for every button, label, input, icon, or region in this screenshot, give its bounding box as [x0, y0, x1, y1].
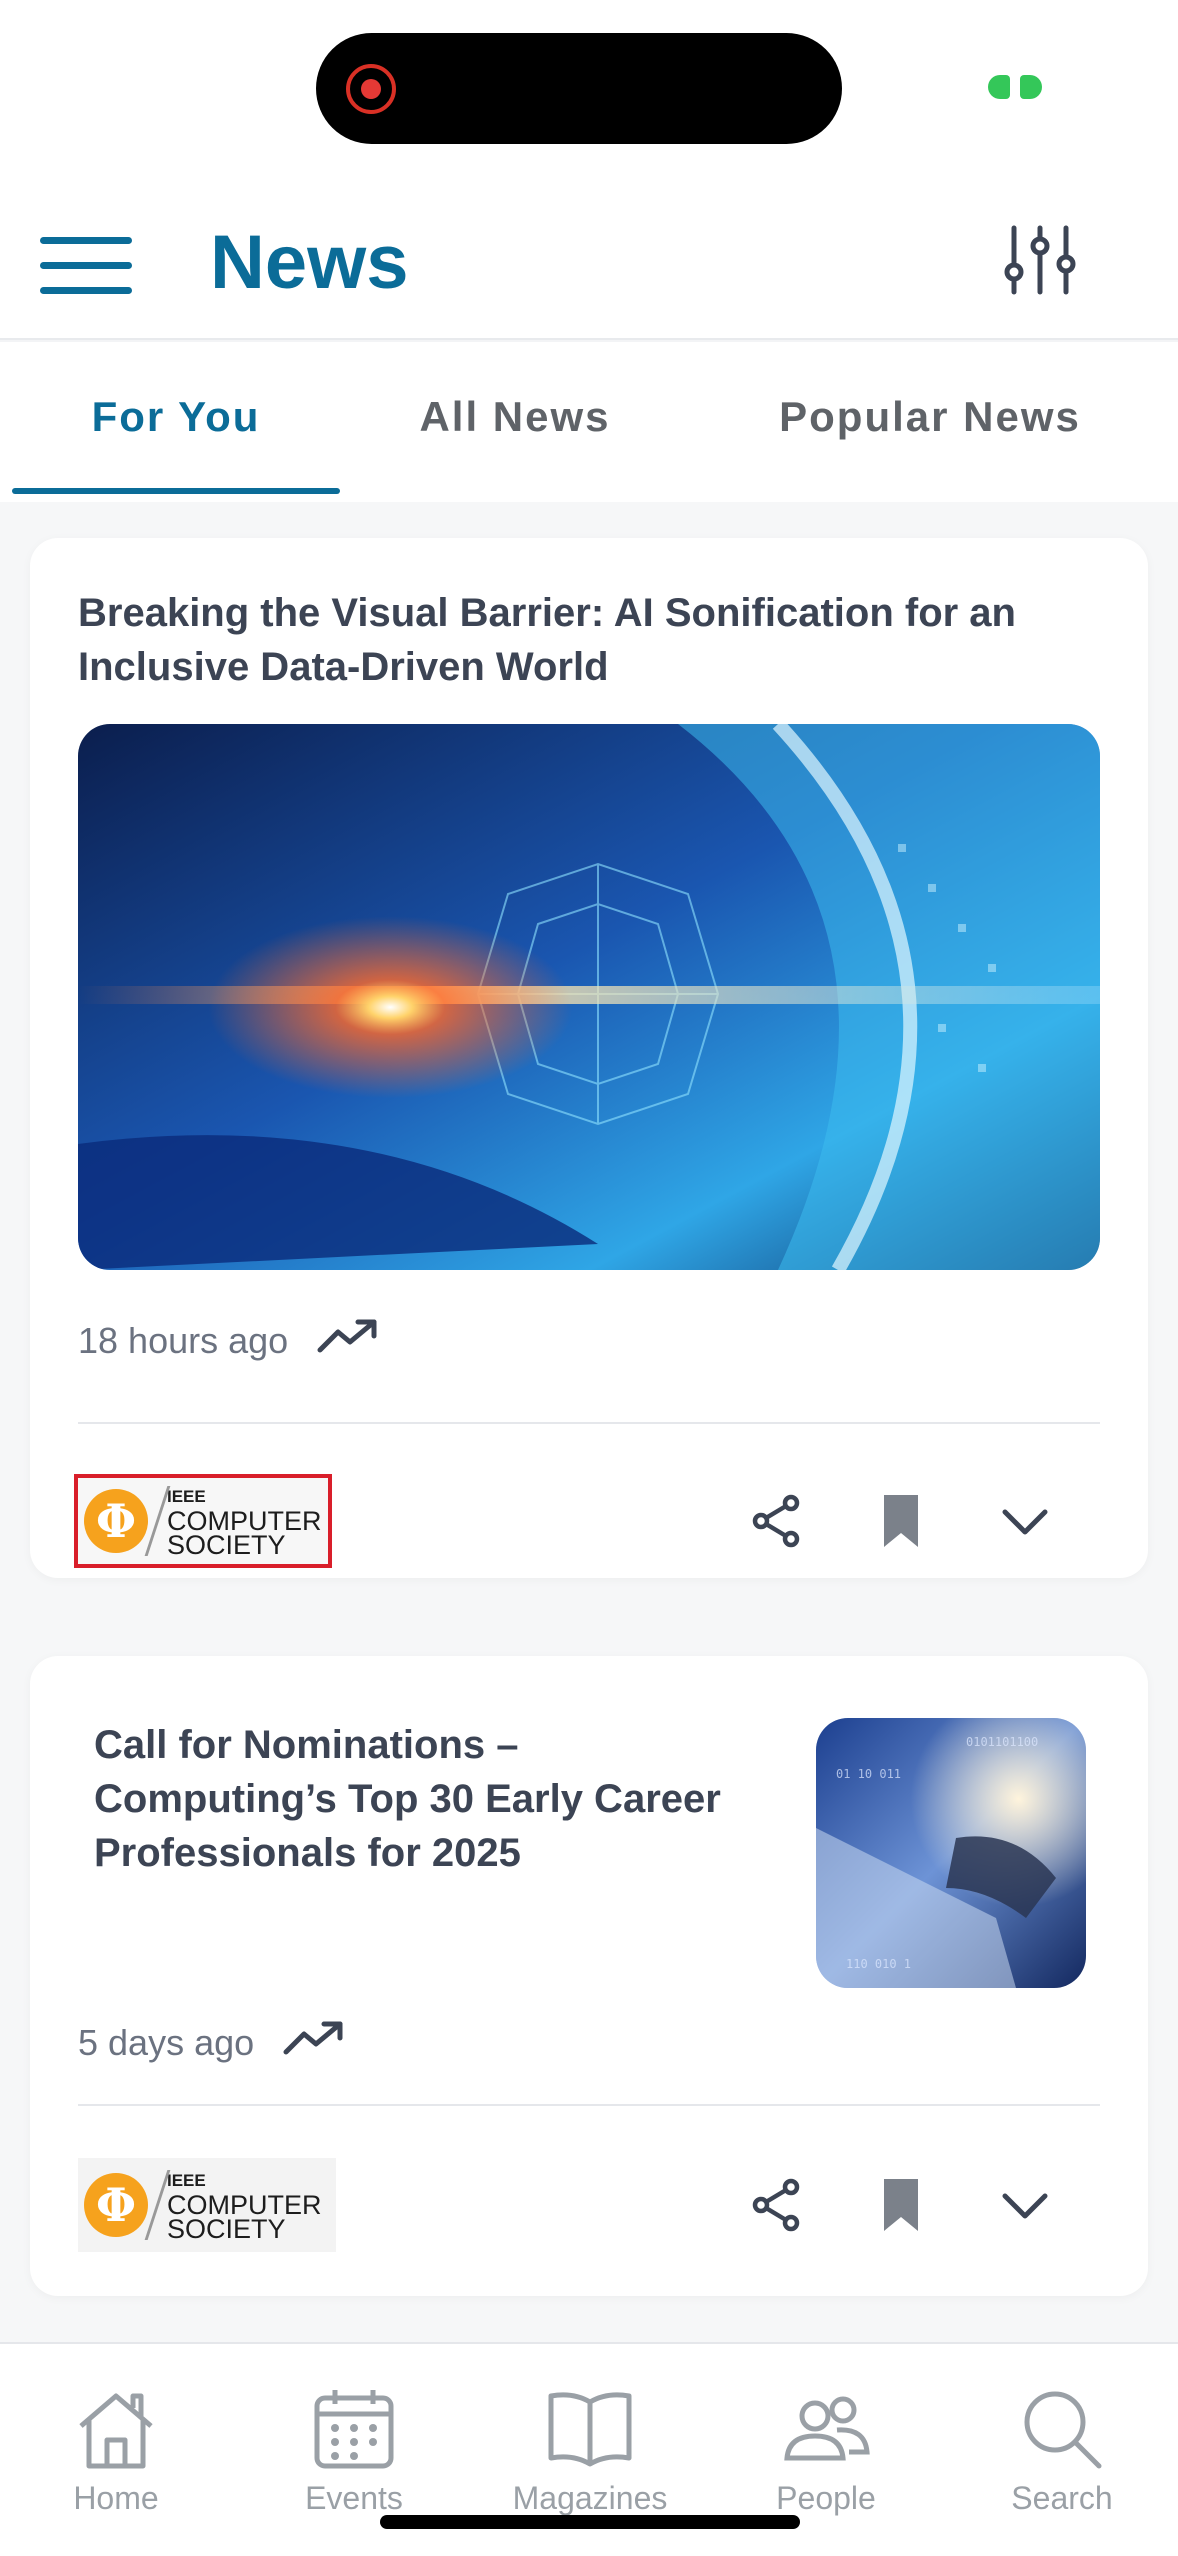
svg-text:0101101100: 0101101100	[966, 1735, 1038, 1749]
source-logo[interactable]: Φ IEEE COMPUTER SOCIETY	[74, 1474, 332, 1568]
ieee-cs-logo-icon: Φ	[84, 1489, 148, 1553]
nav-label: Magazines	[512, 2480, 668, 2516]
svg-text:110 010 1: 110 010 1	[846, 1957, 911, 1971]
status-bar	[0, 0, 1178, 180]
article-meta: 5 days ago	[78, 2018, 346, 2067]
card-divider	[78, 2104, 1100, 2106]
people-icon	[781, 2384, 871, 2474]
dynamic-island	[316, 33, 842, 144]
nav-label: Home	[73, 2480, 159, 2516]
article-card[interactable]: Breaking the Visual Barrier: AI Sonifica…	[30, 538, 1148, 1578]
screen: News For You All News Popular News Break…	[0, 0, 1178, 2556]
share-icon[interactable]	[742, 1486, 812, 1556]
article-title[interactable]: Breaking the Visual Barrier: AI Sonifica…	[78, 586, 1118, 694]
page-title: News	[210, 220, 409, 305]
tab-bar: For You All News Popular News	[0, 342, 1178, 502]
chevron-down-icon[interactable]	[990, 2170, 1060, 2240]
article-thumbnail[interactable]: 0101101100 01 10 011 110 010 1	[816, 1718, 1086, 1988]
home-icon	[71, 2384, 161, 2474]
chevron-down-icon[interactable]	[990, 1486, 1060, 1556]
recording-indicator-icon	[346, 64, 396, 114]
tab-all-news[interactable]: All News	[360, 342, 670, 492]
article-image[interactable]	[78, 724, 1100, 1270]
nav-events[interactable]: Events	[254, 2384, 454, 2534]
app-header: News	[0, 180, 1178, 340]
home-indicator[interactable]	[380, 2515, 800, 2529]
bookmark-icon[interactable]	[866, 2170, 936, 2240]
nav-magazines[interactable]: Magazines	[490, 2384, 690, 2534]
nav-label: Search	[1011, 2480, 1113, 2516]
card-divider	[78, 1422, 1100, 1424]
active-tab-indicator	[12, 488, 340, 494]
camera-active-icon	[985, 75, 1045, 99]
logo-text: IEEE COMPUTER SOCIETY	[167, 1487, 322, 1560]
source-logo[interactable]: Φ IEEE COMPUTER SOCIETY	[78, 2158, 336, 2252]
bookmark-icon[interactable]	[866, 1486, 936, 1556]
logo-text: IEEE COMPUTER SOCIETY	[167, 2171, 322, 2244]
news-feed[interactable]: Breaking the Visual Barrier: AI Sonifica…	[0, 502, 1178, 2342]
search-icon	[1017, 2384, 1107, 2474]
article-time: 18 hours ago	[78, 1319, 289, 1361]
nav-label: People	[776, 2480, 876, 2516]
nav-label: Events	[305, 2480, 403, 2516]
filter-sliders-icon[interactable]	[1000, 220, 1080, 300]
book-icon	[545, 2384, 635, 2474]
ieee-cs-logo-icon: Φ	[84, 2173, 148, 2237]
tab-popular-news[interactable]: Popular News	[720, 342, 1140, 492]
calendar-icon	[309, 2384, 399, 2474]
article-title[interactable]: Call for Nominations – Computing’s Top 3…	[94, 1718, 754, 1880]
trending-icon	[282, 2018, 346, 2067]
tab-for-you[interactable]: For You	[12, 342, 340, 492]
trending-icon	[316, 1316, 380, 1365]
article-card[interactable]: Call for Nominations – Computing’s Top 3…	[30, 1656, 1148, 2296]
share-icon[interactable]	[742, 2170, 812, 2240]
nav-home[interactable]: Home	[16, 2384, 216, 2534]
svg-text:01 10 011: 01 10 011	[836, 1767, 901, 1781]
menu-icon[interactable]	[40, 225, 140, 305]
nav-people[interactable]: People	[726, 2384, 926, 2534]
article-time: 5 days ago	[78, 2021, 255, 2063]
article-meta: 18 hours ago	[78, 1316, 380, 1365]
nav-search[interactable]: Search	[962, 2384, 1162, 2534]
